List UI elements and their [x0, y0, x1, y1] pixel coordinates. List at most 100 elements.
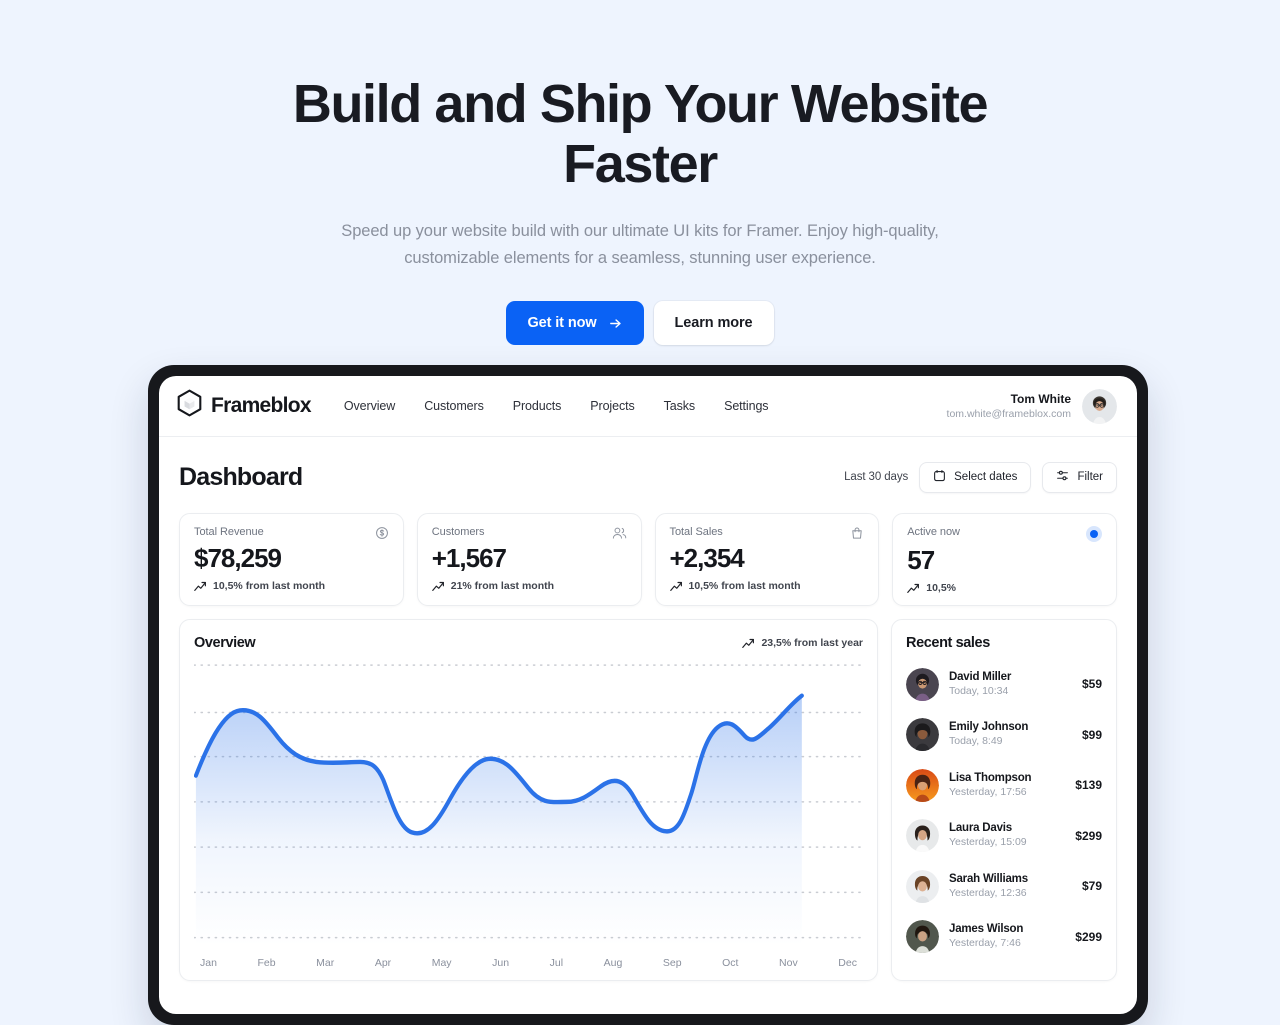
stat-delta-label: 10,5% from last month	[688, 580, 801, 592]
list-item[interactable]: Emily Johnson Today, 8:49 $99	[906, 710, 1102, 761]
user-menu[interactable]: Tom White tom.white@frameblox.com	[947, 388, 1117, 424]
sale-name: Sarah Williams	[949, 872, 1028, 885]
x-tick-oct: Oct	[722, 957, 739, 969]
sale-time: Today, 8:49	[949, 735, 1003, 748]
overview-panel: Overview 23,5% from last year Jan Feb Ma…	[179, 619, 878, 981]
brand-logo[interactable]: Frameblox	[176, 389, 312, 423]
overview-chart[interactable]	[194, 662, 863, 946]
overview-chart-svg	[194, 664, 863, 946]
hexagon-cube-logo-icon	[176, 389, 203, 423]
list-item[interactable]: Sarah Williams Yesterday, 12:36 $79	[906, 861, 1102, 912]
stat-value: +2,354	[669, 543, 745, 573]
nav-item-products[interactable]: Products	[513, 399, 562, 413]
list-item[interactable]: Lisa Thompson Yesterday, 17:56 $139	[906, 760, 1102, 811]
sale-amount: $299	[1075, 929, 1102, 944]
sale-name: Laura Davis	[949, 822, 1012, 835]
dashboard-title-row: Dashboard Last 30 days Select dates Filt…	[179, 455, 1117, 499]
nav-item-overview[interactable]: Overview	[344, 399, 395, 413]
sale-time: Today, 10:34	[949, 684, 1009, 697]
x-tick-apr: Apr	[374, 957, 392, 969]
sale-name: Emily Johnson	[949, 721, 1029, 734]
list-item[interactable]: David Miller Today, 10:34 $59	[906, 659, 1102, 710]
list-item[interactable]: Laura Davis Yesterday, 15:09 $299	[906, 811, 1102, 862]
stat-delta-label: 10,5%	[926, 582, 957, 594]
sale-time: Yesterday, 7:46	[949, 937, 1021, 950]
sale-amount: $139	[1075, 778, 1102, 793]
avatar	[906, 920, 939, 954]
stat-card-row: Total Revenue $78,259 10,5% from last mo…	[179, 513, 1117, 606]
users-icon	[612, 526, 627, 540]
trend-up-icon	[194, 581, 207, 592]
status-dot-icon	[1086, 526, 1102, 542]
stat-value: 57	[907, 545, 935, 575]
app-header: Frameblox Overview Customers Products Pr…	[159, 376, 1137, 437]
filter-button[interactable]: Filter	[1042, 461, 1117, 493]
trend-up-icon	[669, 581, 683, 592]
recent-sales-list: David Miller Today, 10:34 $59 Emily John…	[906, 659, 1102, 962]
stat-value: +1,567	[431, 543, 507, 573]
user-name: Tom White	[1010, 391, 1071, 406]
x-tick-jul: Jul	[549, 957, 564, 969]
sale-name: Lisa Thompson	[949, 771, 1032, 784]
list-item-info: James Wilson Yesterday, 7:46	[949, 922, 1023, 951]
filter-label: Filter	[1077, 471, 1103, 483]
cta-row: Get it now Learn more	[0, 301, 1280, 345]
overview-trend-label: 23,5% from last year	[761, 637, 863, 649]
select-dates-label: Select dates	[954, 471, 1018, 483]
stat-card-header: Total Sales	[670, 526, 865, 540]
brand-name: Frameblox	[211, 394, 312, 417]
x-tick-jan: Jan	[200, 957, 217, 969]
dashboard-title: Dashboard	[179, 462, 303, 491]
nav-item-projects[interactable]: Projects	[590, 399, 634, 413]
stat-card-customers[interactable]: Customers +1,567 21% from last month	[416, 513, 642, 606]
avatar	[906, 768, 939, 802]
dashboard-panels: Overview 23,5% from last year Jan Feb Ma…	[179, 619, 1117, 981]
app-screen: Frameblox Overview Customers Products Pr…	[159, 376, 1137, 1014]
x-tick-nov: Nov	[779, 957, 798, 969]
stat-card-header: Active now	[907, 526, 1102, 542]
nav-item-tasks[interactable]: Tasks	[664, 399, 696, 413]
trend-up-icon	[431, 581, 445, 592]
stat-card-total-sales[interactable]: Total Sales +2,354 10,5% from last month	[654, 513, 880, 606]
x-tick-mar: Mar	[316, 957, 335, 969]
hero-subtitle-line-2: customizable elements for a seamless, st…	[404, 249, 876, 267]
sale-time: Yesterday, 17:56	[949, 785, 1027, 798]
stat-label: Total Revenue	[194, 526, 264, 538]
get-it-now-button[interactable]: Get it now	[506, 301, 644, 345]
overview-header: Overview 23,5% from last year	[194, 635, 863, 651]
stat-card-active-now[interactable]: Active now 57 10,5%	[892, 513, 1117, 606]
overview-title: Overview	[194, 635, 256, 651]
avatar[interactable]	[1082, 388, 1117, 424]
select-dates-button[interactable]: Select dates	[919, 461, 1032, 493]
calendar-icon	[933, 469, 946, 485]
stat-card-header: Total Revenue	[194, 526, 389, 540]
x-tick-sep: Sep	[662, 957, 682, 969]
sale-amount: $99	[1081, 727, 1102, 742]
list-item[interactable]: James Wilson Yesterday, 7:46 $299	[906, 912, 1102, 963]
list-item-info: David Miller Today, 10:34	[949, 670, 1011, 699]
hero-section: Build and Ship Your Website Faster Speed…	[0, 0, 1280, 345]
nav-item-customers[interactable]: Customers	[424, 399, 484, 413]
date-range-label: Last 30 days	[844, 471, 909, 483]
x-tick-aug: Aug	[603, 957, 623, 969]
learn-more-button[interactable]: Learn more	[653, 301, 774, 345]
list-item-info: Lisa Thompson Yesterday, 17:56	[949, 771, 1032, 800]
avatar	[906, 869, 939, 903]
recent-sales-panel: Recent sales David Miller Today, 10:34 $…	[891, 619, 1117, 981]
stat-card-header: Customers	[432, 526, 627, 540]
trend-up-icon	[742, 638, 755, 649]
nav-item-settings[interactable]: Settings	[724, 399, 768, 413]
x-tick-may: May	[431, 957, 452, 969]
stat-label: Total Sales	[669, 526, 723, 538]
user-text: Tom White tom.white@frameblox.com	[947, 391, 1071, 421]
stat-card-total-revenue[interactable]: Total Revenue $78,259 10,5% from last mo…	[179, 513, 404, 606]
dashboard-toolbar: Last 30 days Select dates Filter	[844, 461, 1117, 493]
recent-sales-title: Recent sales	[906, 635, 990, 651]
avatar	[906, 718, 939, 752]
chart-x-axis: Jan Feb Mar Apr May Jun Jul Aug Sep Oct …	[194, 946, 863, 980]
sale-amount: $79	[1081, 879, 1102, 894]
list-item-info: Sarah Williams Yesterday, 12:36	[949, 872, 1028, 901]
x-tick-feb: Feb	[257, 957, 276, 969]
hero-subtitle: Speed up your website build with our ult…	[300, 218, 980, 272]
device-frame: Frameblox Overview Customers Products Pr…	[148, 365, 1148, 1025]
